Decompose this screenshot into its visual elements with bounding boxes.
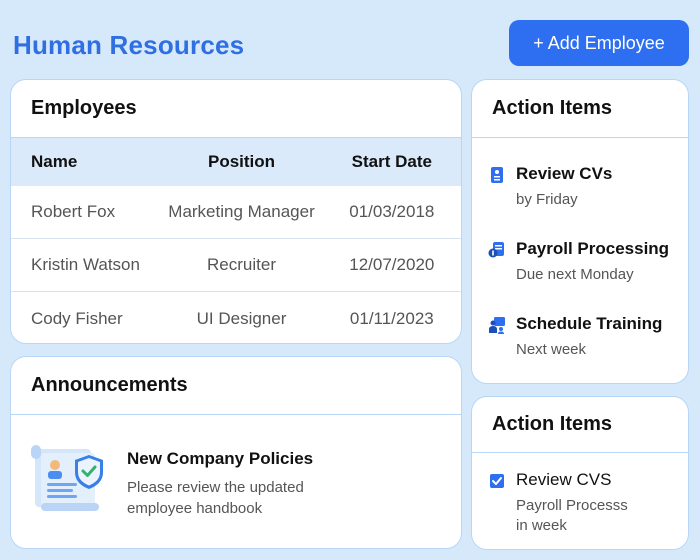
action-item-title: Review CVs bbox=[516, 164, 613, 183]
action-item-subtitle: Due next Monday bbox=[516, 266, 634, 283]
announcement-description-line2: employee handbook bbox=[127, 500, 263, 517]
employees-card: Employees Name Position Start Date Rober… bbox=[10, 79, 462, 344]
policy-document-shield-icon bbox=[31, 445, 103, 511]
training-icon bbox=[489, 317, 505, 334]
employees-title: Employees bbox=[11, 80, 461, 138]
payroll-icon bbox=[488, 242, 504, 258]
action-item-schedule-training[interactable]: Schedule Training Next week bbox=[472, 314, 688, 383]
action-item-review-cvs[interactable]: Review CVs by Friday bbox=[472, 164, 688, 239]
announcements-title: Announcements bbox=[11, 357, 461, 415]
announcement-title: New Company Policies bbox=[127, 449, 314, 468]
checkbox-checked-icon[interactable] bbox=[488, 472, 506, 490]
action-items-card-secondary: Action Items Review CVS Payroll Processs… bbox=[471, 396, 689, 550]
cell-position: UI Designer bbox=[196, 308, 287, 328]
column-header-start-date[interactable]: Start Date bbox=[323, 152, 461, 172]
cell-name: Robert Fox bbox=[31, 202, 116, 221]
action-item-title: Review CVS bbox=[516, 470, 612, 489]
action-item-payroll-processing[interactable]: Payroll Processing Due next Monday bbox=[472, 239, 688, 314]
announcements-card: Announcements New Company Policies Pleas… bbox=[10, 356, 462, 549]
add-employee-label: + Add Employee bbox=[533, 32, 665, 53]
column-header-position[interactable]: Position bbox=[160, 152, 322, 172]
action-item-subtitle: by Friday bbox=[516, 191, 578, 208]
add-employee-button[interactable]: + Add Employee bbox=[509, 20, 689, 66]
cell-start-date: 01/11/2023 bbox=[349, 308, 434, 328]
action-item-title: Schedule Training bbox=[516, 314, 663, 333]
cell-position: Recruiter bbox=[207, 255, 276, 274]
action-items-title: Action Items bbox=[472, 80, 688, 138]
announcement-item[interactable]: New Company Policies Please review the u… bbox=[11, 415, 461, 519]
cell-start-date: 12/07/2020 bbox=[349, 255, 435, 274]
table-row[interactable]: Robert Fox Marketing Manager 01/03/2018 bbox=[11, 186, 461, 239]
announcement-description-line1: Please review the updated bbox=[127, 479, 304, 496]
employees-table: Name Position Start Date Robert Fox Mark… bbox=[11, 138, 461, 343]
action-item-subtitle-line1: Payroll Processs bbox=[516, 497, 628, 514]
action-item-subtitle-line2: in week bbox=[516, 517, 567, 534]
table-row[interactable]: Kristin Watson Recruiter 12/07/2020 bbox=[11, 239, 461, 292]
action-item-title: Payroll Processing bbox=[516, 239, 670, 258]
table-row[interactable]: Cody Fisher UI Designer 01/11/2023 bbox=[11, 292, 461, 343]
cell-name: Cody Fisher bbox=[31, 308, 123, 328]
column-header-name[interactable]: Name bbox=[11, 152, 160, 172]
page-title: Human Resources bbox=[13, 30, 245, 60]
table-header: Name Position Start Date bbox=[11, 138, 461, 186]
document-icon bbox=[491, 167, 503, 183]
cell-start-date: 01/03/2018 bbox=[349, 202, 435, 221]
action-items-card: Action Items Review CVs by Friday Payrol… bbox=[471, 79, 689, 384]
cell-name: Kristin Watson bbox=[31, 255, 140, 274]
action-item-review-cvs-checked[interactable]: Review CVS Payroll Processs in week bbox=[472, 470, 688, 536]
cell-position: Marketing Manager bbox=[168, 202, 315, 221]
action-item-subtitle: Next week bbox=[516, 341, 587, 358]
action-items-title: Action Items bbox=[472, 397, 688, 453]
